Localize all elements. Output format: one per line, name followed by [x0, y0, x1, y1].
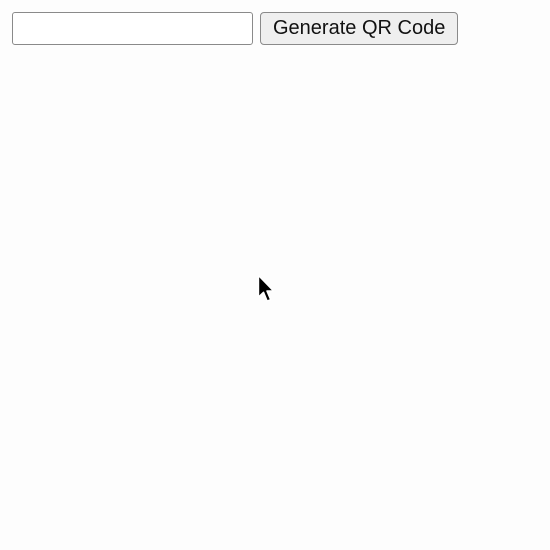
qr-text-input[interactable] — [12, 12, 253, 45]
page: Generate QR Code — [0, 0, 550, 550]
qr-form: Generate QR Code — [12, 12, 459, 45]
qr-code-output-area — [12, 60, 538, 540]
generate-qr-code-button[interactable]: Generate QR Code — [260, 12, 459, 45]
